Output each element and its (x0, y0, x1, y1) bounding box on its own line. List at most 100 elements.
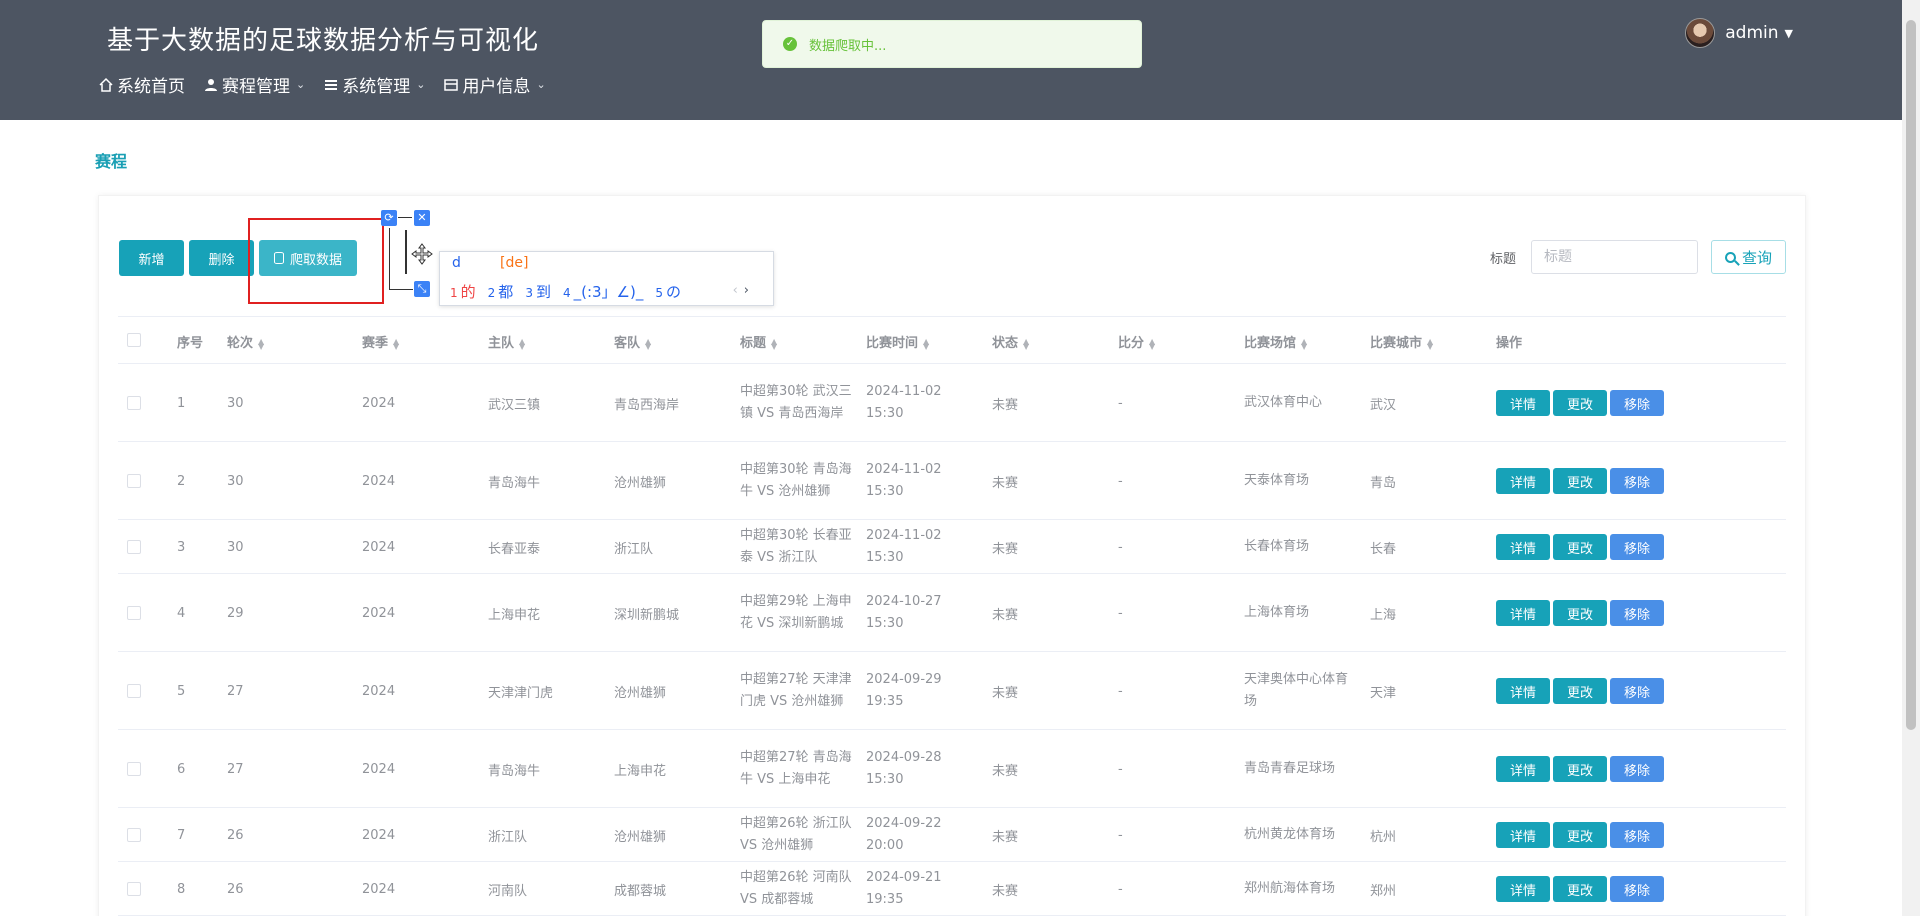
detail-button[interactable]: 详情 (1496, 390, 1550, 416)
ime-pager[interactable]: ‹ › (733, 283, 749, 298)
col-time[interactable]: 比赛时间 ▲ ▼ (866, 332, 929, 351)
table-row: 4 29 2024 上海申花 深圳新鹏城 中超第29轮 上海申花 VS 深圳新鹏城 2024… (118, 574, 1786, 652)
detail-button[interactable]: 详情 (1496, 822, 1550, 848)
row-checkbox[interactable] (127, 828, 141, 842)
username: admin (1725, 23, 1779, 43)
row-checkbox[interactable] (127, 606, 141, 620)
cell-home: 浙江队 (488, 829, 528, 845)
col-status[interactable]: 状态 ▲ ▼ (992, 332, 1029, 351)
cell-season: 2024 (362, 827, 396, 843)
cell-away: 上海申花 (614, 763, 667, 779)
remove-button[interactable]: 移除 (1610, 534, 1664, 560)
cell-status: 未赛 (992, 541, 1019, 557)
edit-button[interactable]: 更改 (1553, 876, 1607, 902)
cell-score: - (1118, 539, 1123, 555)
sort-icon: ▲ ▼ (1149, 336, 1156, 351)
title-search-input[interactable] (1531, 240, 1698, 274)
col-score[interactable]: 比分 ▲ ▼ (1118, 332, 1155, 351)
ime-refresh-icon[interactable]: ⟳ (381, 210, 397, 226)
success-toast: ✓ 数据爬取中... (762, 20, 1142, 68)
col-venue[interactable]: 比赛场馆 ▲ ▼ (1244, 332, 1307, 351)
row-actions: 详情 更改 移除 (1496, 534, 1667, 560)
col-no: 序号 (177, 336, 204, 351)
ime-candidate[interactable]: 5の (655, 281, 681, 302)
cell-round: 30 (227, 473, 244, 489)
nav-home[interactable]: 系统首页 (98, 72, 185, 97)
cell-away: 沧州雄狮 (614, 475, 667, 491)
row-checkbox[interactable] (127, 684, 141, 698)
ime-close-icon[interactable]: ✕ (414, 210, 430, 226)
row-checkbox[interactable] (127, 882, 141, 896)
ime-candidate[interactable]: 1的 (450, 281, 476, 302)
detail-button[interactable]: 详情 (1496, 876, 1550, 902)
col-season[interactable]: 赛季 ▲ ▼ (362, 332, 399, 351)
cell-season: 2024 (362, 605, 396, 621)
cell-no: 4 (177, 605, 186, 621)
nav-userinfo[interactable]: 用户信息 ⌄ (443, 72, 546, 97)
edit-button[interactable]: 更改 (1553, 468, 1607, 494)
table-row: 6 27 2024 青岛海牛 上海申花 中超第27轮 青岛海牛 VS 上海申花 2024-0… (118, 730, 1786, 808)
col-away[interactable]: 客队 ▲ ▼ (614, 332, 651, 351)
remove-button[interactable]: 移除 (1610, 678, 1664, 704)
remove-button[interactable]: 移除 (1610, 822, 1664, 848)
edit-button[interactable]: 更改 (1553, 534, 1607, 560)
edit-button[interactable]: 更改 (1553, 678, 1607, 704)
edit-button[interactable]: 更改 (1553, 822, 1607, 848)
col-title[interactable]: 标题 ▲ ▼ (740, 332, 777, 351)
edit-button[interactable]: 更改 (1553, 600, 1607, 626)
ime-resize-icon[interactable]: ⤡ (414, 281, 430, 297)
remove-button[interactable]: 移除 (1610, 468, 1664, 494)
detail-button[interactable]: 详情 (1496, 756, 1550, 782)
edit-button[interactable]: 更改 (1553, 390, 1607, 416)
col-actions: 操作 (1496, 336, 1523, 351)
row-checkbox[interactable] (127, 396, 141, 410)
remove-button[interactable]: 移除 (1610, 756, 1664, 782)
page-scrollbar[interactable] (1902, 0, 1920, 916)
col-round[interactable]: 轮次 ▲ ▼ (227, 332, 264, 351)
query-button[interactable]: 查询 (1711, 240, 1786, 274)
remove-button[interactable]: 移除 (1610, 390, 1664, 416)
prev-page-icon[interactable]: ‹ (733, 283, 738, 298)
remove-button[interactable]: 移除 (1610, 600, 1664, 626)
app-title: 基于大数据的足球数据分析与可视化 (107, 26, 540, 56)
user-menu[interactable]: admin ▼ (1685, 18, 1793, 48)
select-all-checkbox[interactable] (127, 333, 141, 347)
row-checkbox[interactable] (127, 540, 141, 554)
ime-candidate[interactable]: 2都 (488, 281, 514, 302)
remove-button[interactable]: 移除 (1610, 876, 1664, 902)
sort-icon: ▲ ▼ (645, 336, 652, 351)
detail-button[interactable]: 详情 (1496, 600, 1550, 626)
cell-score: - (1118, 761, 1123, 777)
nav-schedule-label: 赛程管理 (222, 77, 290, 97)
cell-away: 浙江队 (614, 541, 654, 557)
add-button[interactable]: 新增 (119, 240, 184, 276)
cell-season: 2024 (362, 539, 396, 555)
row-checkbox[interactable] (127, 762, 141, 776)
next-page-icon[interactable]: › (744, 283, 749, 298)
move-icon[interactable] (411, 243, 433, 265)
ime-candidate[interactable]: 3到 (525, 281, 551, 302)
col-city[interactable]: 比赛城市 ▲ ▼ (1370, 332, 1433, 351)
ime-candidate[interactable]: 4 _(:3」∠)_ (563, 281, 643, 302)
ime-bracket-bottom (389, 289, 413, 290)
cell-season: 2024 (362, 761, 396, 777)
sort-icon: ▲ ▼ (393, 336, 400, 351)
delete-button[interactable]: 删除 (189, 240, 254, 276)
edit-button[interactable]: 更改 (1553, 756, 1607, 782)
cell-score: - (1118, 683, 1123, 699)
row-checkbox[interactable] (127, 474, 141, 488)
detail-button[interactable]: 详情 (1496, 678, 1550, 704)
caret-down-icon: ▼ (1784, 26, 1793, 40)
chevron-down-icon: ⌄ (416, 78, 426, 91)
detail-button[interactable]: 详情 (1496, 534, 1550, 560)
cell-away: 沧州雄狮 (614, 685, 667, 701)
nav-system[interactable]: 系统管理 ⌄ (323, 72, 425, 97)
detail-button[interactable]: 详情 (1496, 468, 1550, 494)
scrollbar-thumb[interactable] (1906, 20, 1916, 730)
nav-schedule[interactable]: 赛程管理 ⌄ (203, 72, 305, 97)
cell-title: 中超第30轮 长春亚泰 VS 浙江队 (740, 528, 852, 565)
cell-time: 2024-10-27 15:30 (866, 594, 942, 631)
cell-title: 中超第26轮 河南队 VS 成都蓉城 (740, 870, 852, 907)
row-actions: 详情 更改 移除 (1496, 822, 1667, 848)
col-home[interactable]: 主队 ▲ ▼ (488, 332, 525, 351)
